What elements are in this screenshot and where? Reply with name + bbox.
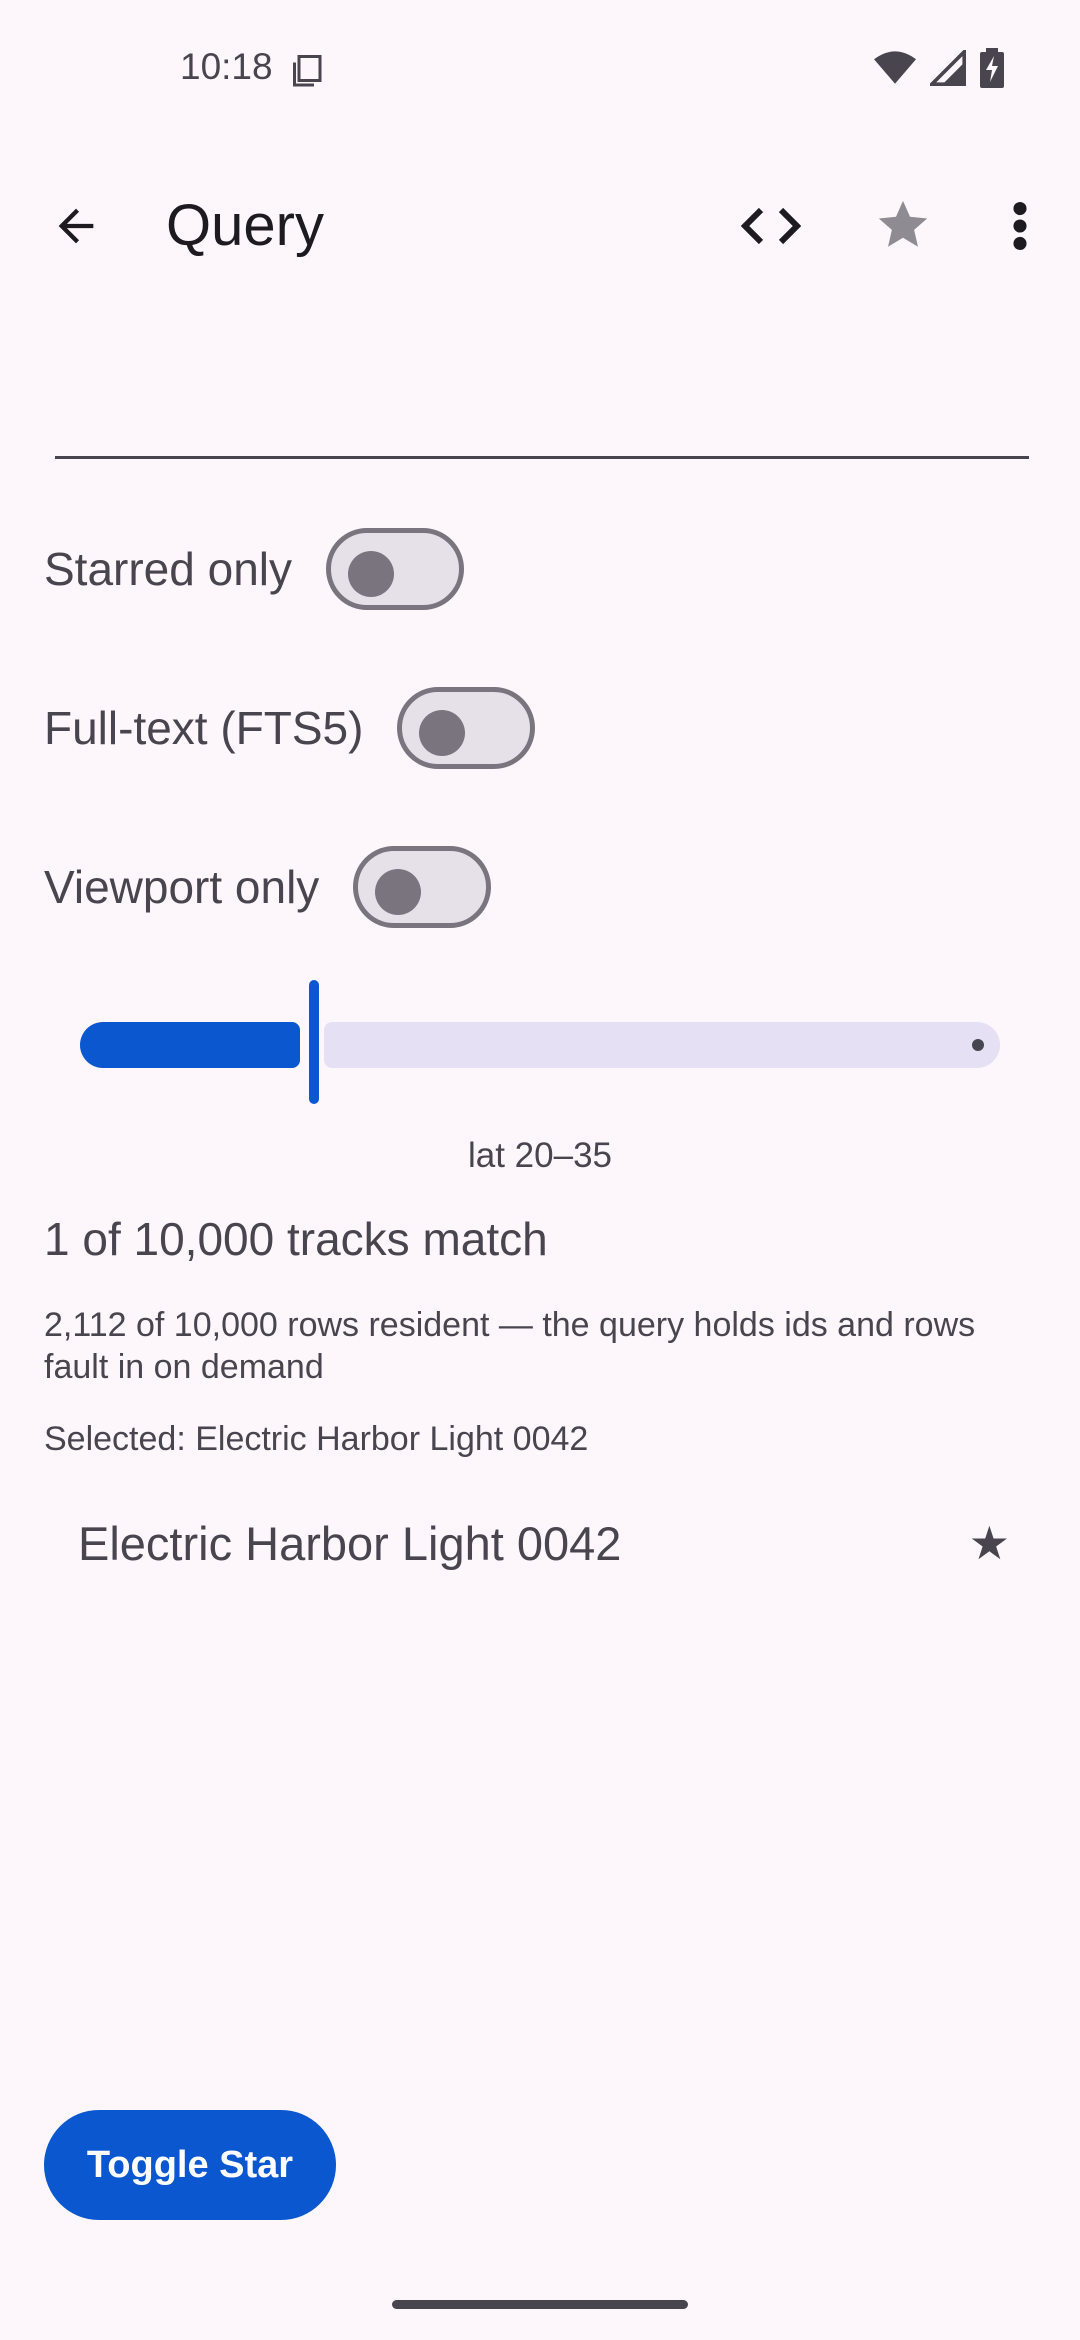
track-name: Electric Harbor Light 0042 <box>78 1516 622 1570</box>
slider-inactive-track <box>324 1022 1000 1068</box>
starred-icon: ★ <box>968 1517 1010 1569</box>
list-item[interactable]: Electric Harbor Light 0042 ★ <box>44 1500 1036 1586</box>
more-options-button[interactable] <box>990 188 1050 264</box>
latitude-slider[interactable] <box>80 980 1000 1110</box>
more-vert-icon <box>1013 202 1027 250</box>
star-filter-button[interactable] <box>862 184 944 266</box>
slider-thumb[interactable] <box>309 980 319 1104</box>
full-text-label: Full-text (FTS5) <box>44 702 364 754</box>
back-button[interactable] <box>38 188 114 264</box>
resident-rows-text: 2,112 of 10,000 rows resident — the quer… <box>44 1306 976 1386</box>
starred-only-row: Starred only <box>44 528 465 610</box>
switch-knob <box>375 869 422 915</box>
code-icon <box>741 207 801 245</box>
top-app-bar: Query <box>0 170 1080 280</box>
starred-only-label: Starred only <box>44 543 293 595</box>
slider-active-track <box>80 1022 300 1068</box>
toggle-star-button[interactable]: Toggle Star <box>44 2110 336 2220</box>
full-text-row: Full-text (FTS5) <box>44 687 536 769</box>
slider-range-label: lat 20–35 <box>467 1136 613 1175</box>
signal-icon <box>930 50 966 86</box>
wifi-icon <box>874 51 916 84</box>
slider-stop-indicator <box>972 1039 984 1051</box>
status-time: 10:18 <box>180 46 273 87</box>
viewport-only-switch[interactable] <box>353 846 492 928</box>
selected-track-text: Selected: Electric Harbor Light 0042 <box>44 1420 589 1458</box>
match-count: 1 of 10,000 tracks match <box>44 1213 548 1265</box>
star-icon <box>878 200 928 247</box>
switch-knob <box>419 710 466 756</box>
home-indicator[interactable] <box>392 2300 688 2309</box>
page-title: Query <box>166 193 324 258</box>
arrow-back-icon <box>58 208 94 244</box>
status-icons <box>874 48 1004 88</box>
viewport-only-label: Viewport only <box>44 861 320 913</box>
viewport-only-row: Viewport only <box>44 846 492 928</box>
battery-charging-icon <box>980 48 1004 88</box>
starred-only-switch[interactable] <box>326 528 465 610</box>
code-view-button[interactable] <box>730 188 812 264</box>
full-text-switch[interactable] <box>397 687 536 769</box>
status-bar: 10:18 <box>0 0 1080 140</box>
switch-knob <box>348 551 395 597</box>
clipboard-icon <box>293 55 322 87</box>
screen: 10:18 Query Starred only Full-text (FTS5… <box>0 0 1080 2340</box>
query-input[interactable] <box>55 350 1029 459</box>
